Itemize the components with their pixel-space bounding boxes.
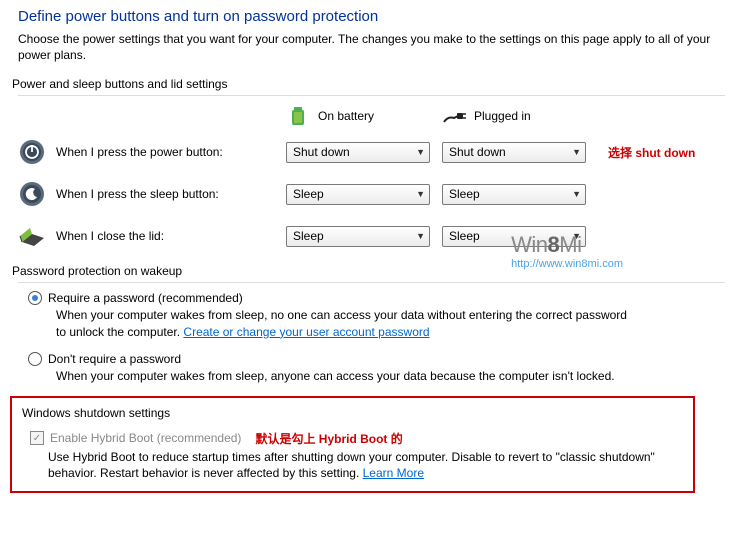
- divider: [18, 95, 725, 96]
- row-label: When I press the sleep button:: [56, 187, 219, 201]
- annotation-shutdown: 选择 shut down: [608, 144, 695, 161]
- page-intro: Choose the power settings that you want …: [18, 31, 725, 63]
- row-close-lid: When I close the lid: Sleep▼ Sleep▼: [18, 222, 725, 250]
- chevron-down-icon: ▼: [572, 231, 581, 241]
- column-header-row: On battery Plugged in: [18, 104, 725, 128]
- hybrid-boot-checkbox[interactable]: ✓: [30, 431, 44, 445]
- dont-require-password-description: When your computer wakes from sleep, any…: [56, 368, 636, 384]
- plugged-header-label: Plugged in: [474, 109, 531, 123]
- sleep-button-icon: [18, 180, 46, 208]
- dont-require-password-radio[interactable]: [28, 352, 42, 366]
- chevron-down-icon: ▼: [416, 189, 425, 199]
- section-shutdown-label: Windows shutdown settings: [22, 406, 683, 420]
- chevron-down-icon: ▼: [416, 147, 425, 157]
- create-change-password-link[interactable]: Create or change your user account passw…: [183, 325, 429, 339]
- chevron-down-icon: ▼: [416, 231, 425, 241]
- hybrid-boot-label: Enable Hybrid Boot (recommended): [50, 431, 241, 445]
- plug-icon: [442, 104, 466, 128]
- row-label: When I close the lid:: [56, 229, 164, 243]
- row-label: When I press the power button:: [56, 145, 223, 159]
- lid-battery-dropdown[interactable]: Sleep▼: [286, 226, 430, 247]
- require-password-label: Require a password (recommended): [48, 291, 243, 305]
- dont-require-password-label: Don't require a password: [48, 352, 181, 366]
- power-button-battery-dropdown[interactable]: Shut down▼: [286, 142, 430, 163]
- require-password-radio[interactable]: [28, 291, 42, 305]
- laptop-lid-icon: [18, 222, 46, 250]
- row-sleep-button: When I press the sleep button: Sleep▼ Sl…: [18, 180, 725, 208]
- power-button-icon: [18, 138, 46, 166]
- power-button-plugged-dropdown[interactable]: Shut down▼: [442, 142, 586, 163]
- hybrid-boot-description: Use Hybrid Boot to reduce startup times …: [48, 449, 683, 481]
- sleep-button-battery-dropdown[interactable]: Sleep▼: [286, 184, 430, 205]
- battery-header-label: On battery: [318, 109, 374, 123]
- chevron-down-icon: ▼: [572, 189, 581, 199]
- chevron-down-icon: ▼: [572, 147, 581, 157]
- battery-icon: [286, 104, 310, 128]
- learn-more-link[interactable]: Learn More: [363, 466, 424, 480]
- require-password-description: When your computer wakes from sleep, no …: [56, 307, 636, 339]
- row-power-button: When I press the power button: Shut down…: [18, 138, 725, 166]
- divider: [18, 282, 725, 283]
- sleep-button-plugged-dropdown[interactable]: Sleep▼: [442, 184, 586, 205]
- lid-plugged-dropdown[interactable]: Sleep▼: [442, 226, 586, 247]
- annotation-hybrid: 默认是勾上 Hybrid Boot 的: [255, 430, 402, 447]
- page-title: Define power buttons and turn on passwor…: [18, 8, 725, 25]
- section-password-label: Password protection on wakeup: [12, 264, 725, 278]
- section-power-sleep-label: Power and sleep buttons and lid settings: [12, 77, 725, 91]
- shutdown-settings-box: Windows shutdown settings ✓ Enable Hybri…: [10, 396, 695, 493]
